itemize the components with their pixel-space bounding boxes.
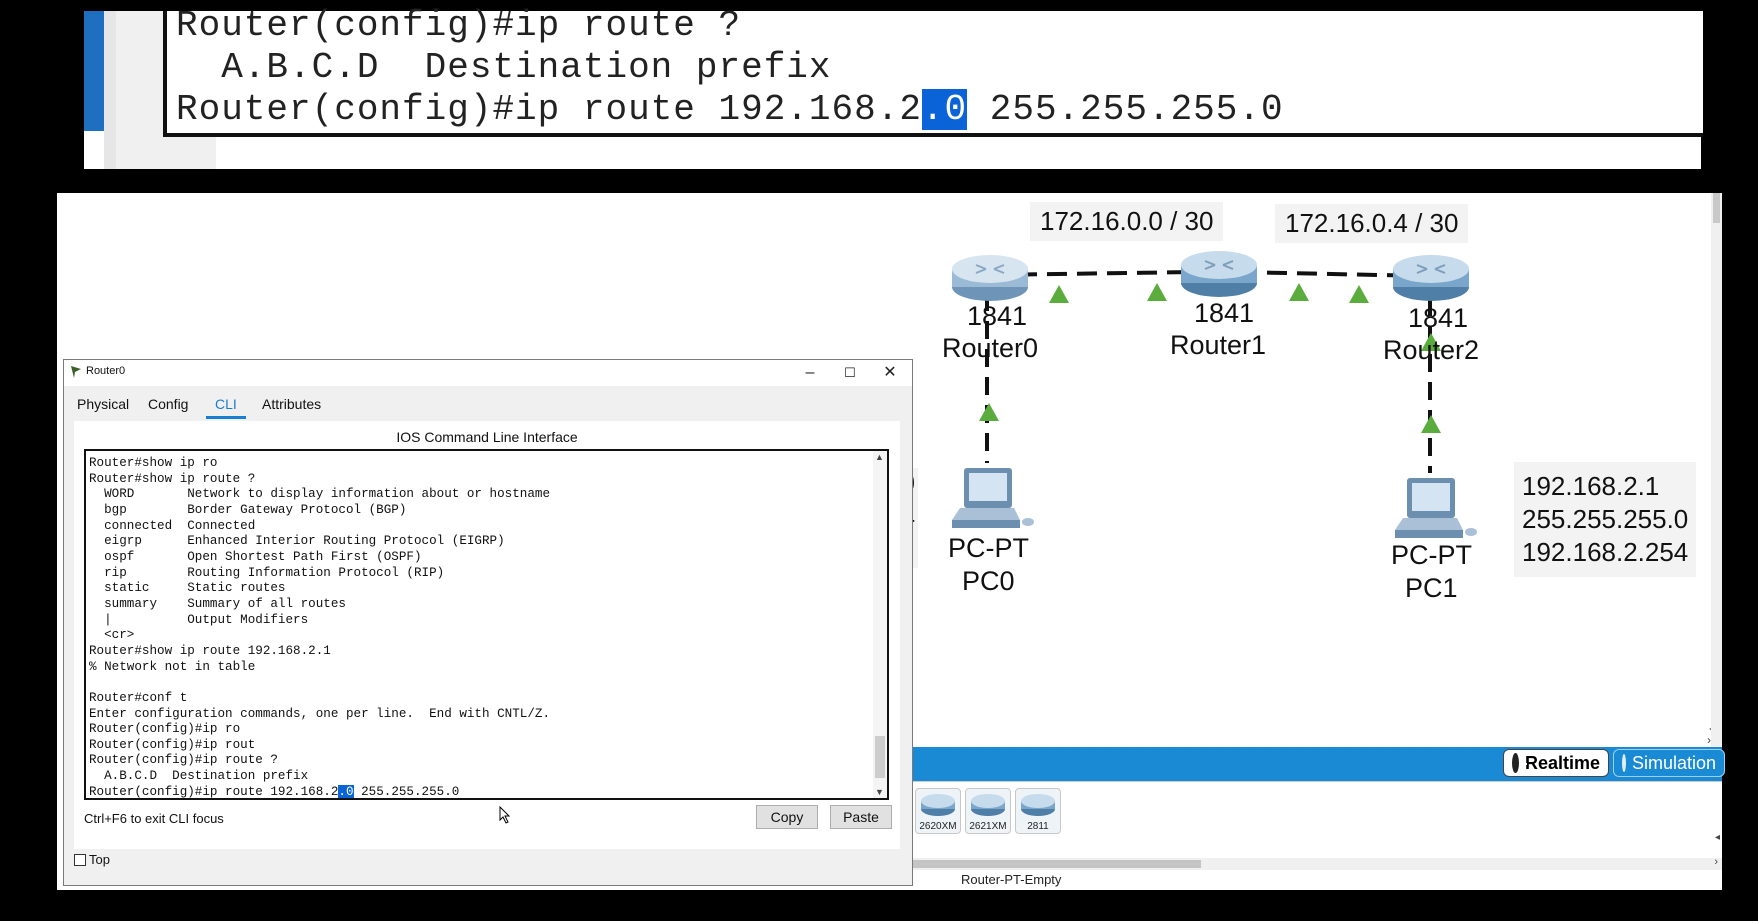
scroll-right-arrow[interactable]: ›	[1714, 856, 1718, 868]
pc1-gateway: 192.168.2.254	[1522, 537, 1689, 567]
cli-focus-hint: Ctrl+F6 to exit CLI focus	[84, 811, 224, 826]
tab-physical[interactable]: Physical	[77, 396, 129, 412]
port-up-triangle	[1049, 285, 1069, 303]
checkbox-box[interactable]	[74, 853, 86, 866]
maximize-button[interactable]: ☐	[830, 360, 870, 386]
terminal-history: Router#show ip ro Router#show ip route ?…	[89, 456, 551, 784]
port-up-triangle	[979, 403, 999, 421]
link-label-net1: 172.16.0.0 / 30	[1030, 202, 1224, 241]
device-name-strip: Router-PT-Empty	[909, 872, 1722, 890]
router2-name: Router2	[1383, 335, 1480, 365]
zoom-line-1: Router(config)#ip route ?	[176, 5, 742, 46]
device-panel-scrollbar[interactable]: ›	[909, 856, 1722, 870]
cli-terminal[interactable]: Router#show ip ro Router#show ip route ?…	[84, 449, 889, 800]
scroll-down-arrow[interactable]: ▼	[875, 787, 884, 797]
router-icon	[1021, 794, 1055, 816]
tab-config[interactable]: Config	[148, 396, 188, 412]
device-label: 2621XM	[969, 821, 1007, 832]
device-label: 2620XM	[919, 821, 957, 832]
device-2620xm[interactable]: 2620XM	[915, 788, 961, 834]
zoom-edge-grey	[104, 11, 116, 169]
zoomed-cli-strip: Router(config)#ip route ? A.B.C.D Destin…	[84, 5, 1703, 169]
scroll-up-arrow[interactable]: ▲	[875, 452, 884, 462]
terminal-current-cmd: Router(config)#ip route 192.168.2	[89, 784, 339, 799]
terminal-current-mask: 255.255.255.0	[353, 784, 460, 799]
active-tab-indicator	[206, 416, 246, 419]
terminal-selected-text: .0	[338, 784, 354, 799]
router1-icon	[1181, 251, 1257, 297]
terminal-output: Router#show ip ro Router#show ip route ?…	[89, 456, 551, 799]
device-2621xm[interactable]: 2621XM	[965, 788, 1011, 834]
router-icon	[971, 794, 1005, 816]
router2-icon	[1393, 255, 1469, 301]
mouse-cursor-icon	[499, 805, 511, 829]
simulation-mode-button[interactable]: Simulation	[1613, 749, 1725, 777]
port-up-triangle	[1289, 283, 1309, 301]
zoom-line-2: A.B.C.D Destination prefix	[176, 47, 832, 88]
tab-cli[interactable]: CLI	[215, 396, 237, 412]
tab-attributes[interactable]: Attributes	[262, 396, 321, 412]
zoom-selected-text: .0	[921, 89, 968, 130]
pc1-info-box: 192.168.2.1 255.255.255.0 192.168.2.254	[1514, 462, 1697, 577]
top-checkbox[interactable]: Top	[74, 852, 110, 867]
selected-device-name: Router-PT-Empty	[961, 872, 1062, 887]
packet-tracer-icon	[71, 366, 81, 378]
pc0-model: PC-PT	[948, 533, 1029, 563]
zoom-cmd-text: Router(config)#ip route 192.168.2	[176, 89, 922, 130]
realtime-label: Realtime	[1524, 752, 1600, 773]
router0-name: Router0	[942, 333, 1039, 363]
zoom-edge-blue	[84, 11, 104, 131]
zoom-cmd-mask: 255.255.255.0	[967, 89, 1284, 130]
scrollbar-thumb[interactable]	[909, 860, 1201, 868]
router0-model: 1841	[967, 301, 1028, 331]
pc1-ip: 192.168.2.1	[1522, 471, 1660, 501]
port-up-triangle	[1349, 285, 1369, 303]
panel-collapse-arrow[interactable]: ◂	[1715, 832, 1720, 843]
port-up-triangle	[1147, 283, 1167, 301]
device-2811[interactable]: 2811	[1015, 788, 1061, 834]
paste-button[interactable]: Paste	[830, 805, 892, 829]
zoom-line-3: Router(config)#ip route 192.168.2.0 255.…	[176, 89, 1284, 130]
scrollbar-thumb[interactable]	[875, 736, 885, 778]
stopwatch-icon	[1622, 754, 1626, 772]
scrollbar-thumb[interactable]	[1713, 193, 1720, 223]
router1-model: 1841	[1194, 298, 1255, 328]
pc1-model: PC-PT	[1391, 540, 1472, 570]
device-label: 2811	[1027, 821, 1049, 832]
top-checkbox-label: Top	[89, 852, 110, 867]
terminal-scrollbar[interactable]: ▲ ▼	[873, 451, 887, 798]
router-icon	[921, 794, 955, 816]
dialog-title: Router0	[86, 365, 126, 377]
realtime-mode-button[interactable]: Realtime	[1503, 749, 1609, 777]
copy-button[interactable]: Copy	[756, 805, 818, 829]
pc1-icon	[1395, 478, 1477, 538]
router0-icon	[952, 255, 1028, 301]
pc0-name: PC0	[962, 566, 1015, 596]
dialog-titlebar[interactable]: Router0 – ☐ ✕	[64, 360, 912, 386]
simulation-label: Simulation	[1632, 752, 1717, 773]
router1-name: Router1	[1170, 330, 1267, 360]
router2-model: 1841	[1408, 303, 1469, 333]
pc1-mask: 255.255.255.0	[1522, 504, 1689, 534]
close-button[interactable]: ✕	[870, 360, 910, 386]
clock-icon	[1512, 753, 1527, 773]
minimize-button[interactable]: –	[790, 360, 830, 386]
pc0-icon	[952, 468, 1034, 528]
router0-dialog[interactable]: Router0 – ☐ ✕ Physical Config CLI Attrib…	[63, 359, 913, 886]
link-label-net2: 172.16.0.4 / 30	[1275, 204, 1469, 243]
mode-toolbar: Realtime Simulation	[909, 747, 1725, 781]
ios-title: IOS Command Line Interface	[396, 429, 578, 445]
workspace-vertical-scrollbar[interactable]	[1711, 193, 1722, 753]
port-up-triangle	[1421, 415, 1441, 433]
pc1-name: PC1	[1405, 573, 1458, 603]
